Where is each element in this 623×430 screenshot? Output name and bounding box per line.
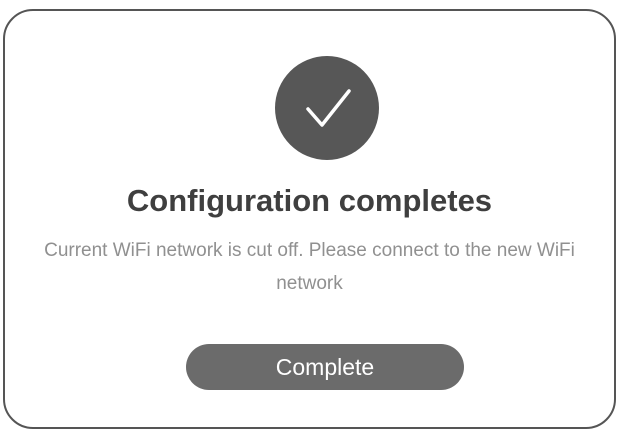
- complete-button[interactable]: Complete: [186, 344, 464, 390]
- dialog-title: Configuration completes: [126, 183, 493, 218]
- checkmark-icon: [275, 56, 379, 160]
- configuration-complete-dialog: Configuration completes Current WiFi net…: [3, 9, 616, 429]
- dialog-message: Current WiFi network is cut off. Please …: [44, 240, 575, 294]
